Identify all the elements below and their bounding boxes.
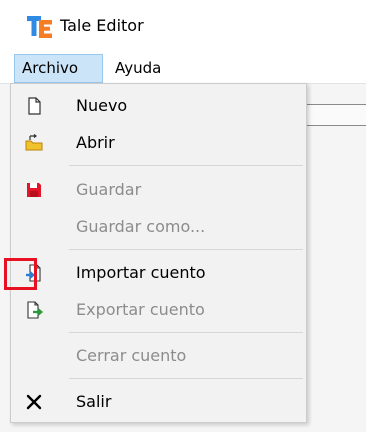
- menu-item-label: Guardar: [76, 180, 142, 199]
- save-icon: [27, 183, 41, 197]
- menu-item-label: Importar cuento: [76, 263, 206, 282]
- menu-separator: [69, 249, 303, 250]
- menu-ayuda[interactable]: Ayuda: [108, 54, 178, 83]
- import-icon-highlight: [4, 258, 37, 290]
- menu-item-label: Salir: [76, 392, 112, 411]
- menu-item-label: Nuevo: [76, 96, 128, 115]
- menu-item-salir[interactable]: Salir: [12, 386, 305, 418]
- tale-editor-logo-icon: [27, 16, 52, 38]
- menu-item-guardar[interactable]: Guardar: [12, 174, 305, 206]
- archivo-dropdown-menu: Nuevo Abrir Guardar Guardar como... Impo…: [10, 83, 307, 423]
- menu-item-cerrar-cuento[interactable]: Cerrar cuento: [12, 340, 305, 372]
- menu-item-label: Abrir: [76, 133, 115, 152]
- menu-archivo[interactable]: Archivo: [14, 54, 103, 83]
- export-icon: [27, 301, 44, 319]
- menu-separator: [69, 165, 303, 166]
- menu-item-abrir[interactable]: Abrir: [12, 127, 305, 159]
- title-bar: Tale Editor: [0, 0, 366, 54]
- toolbar-strip: [305, 104, 366, 126]
- menu-separator: [69, 332, 303, 333]
- new-file-icon: [28, 97, 41, 115]
- window-title: Tale Editor: [60, 16, 144, 35]
- open-folder-icon: [25, 134, 43, 151]
- menu-item-label: Cerrar cuento: [76, 346, 187, 365]
- menu-separator: [69, 378, 303, 379]
- menu-item-nuevo[interactable]: Nuevo: [12, 90, 305, 122]
- close-x-icon: [26, 394, 42, 410]
- menu-bar: Archivo Ayuda: [0, 54, 366, 84]
- menu-item-exportar-cuento[interactable]: Exportar cuento: [12, 294, 305, 326]
- menu-item-label: Guardar como...: [76, 217, 206, 236]
- menu-item-importar-cuento[interactable]: Importar cuento: [12, 257, 305, 289]
- menu-item-label: Exportar cuento: [76, 300, 205, 319]
- menu-item-guardar-como[interactable]: Guardar como...: [12, 211, 305, 243]
